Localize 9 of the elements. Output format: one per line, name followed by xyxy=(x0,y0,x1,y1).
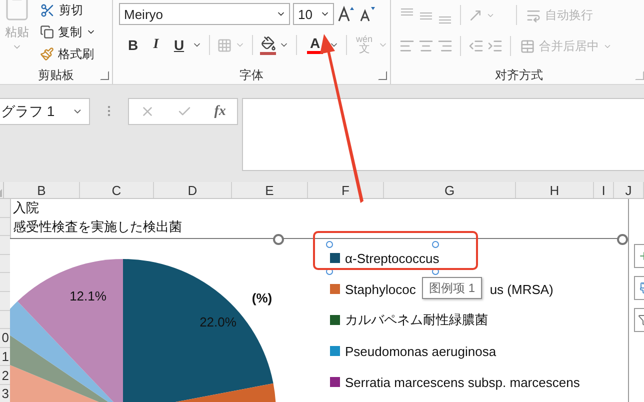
tooltip: 图例项 1 xyxy=(422,277,482,299)
group-label: 字体 xyxy=(240,66,264,84)
data-label: 22.0% xyxy=(200,314,236,330)
unit-label: (%) xyxy=(252,290,272,306)
cell-text: 感受性検査を実施した検出菌 xyxy=(13,218,183,236)
data-label: 12.1% xyxy=(70,288,106,304)
group-label: 剪贴板 xyxy=(38,66,74,84)
group-label: 对齐方式 xyxy=(495,66,543,84)
cell-text: 入院 xyxy=(13,199,40,218)
